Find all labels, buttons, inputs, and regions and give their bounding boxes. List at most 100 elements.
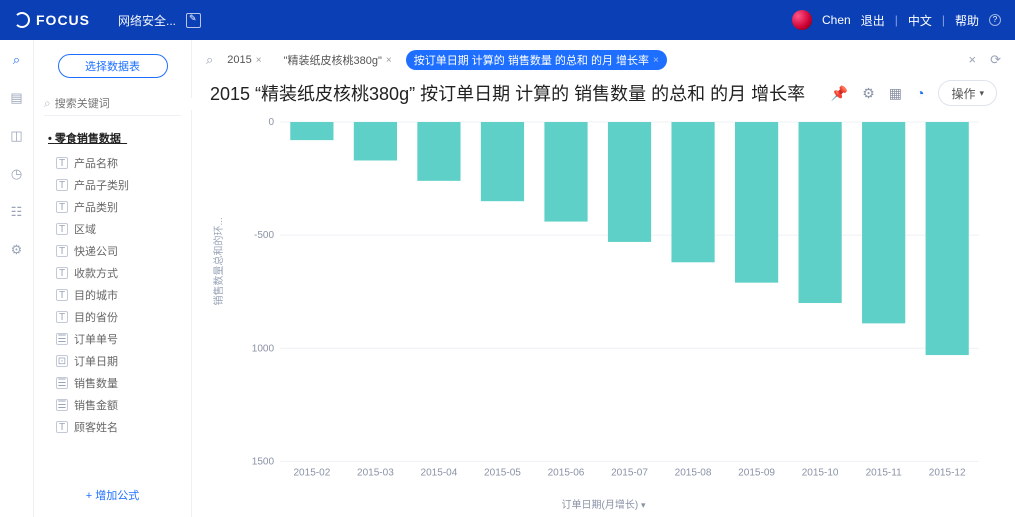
svg-text:2015-05: 2015-05 [484,467,521,478]
column-item[interactable]: ☰订单单号 [34,328,191,350]
clear-query-icon[interactable]: × [969,52,977,68]
gear-icon[interactable]: ⚙ [862,85,875,102]
y-axis-label: 销售数量总和的环... [210,217,225,305]
main: ⌕ 2015× "精装纸皮核桃380g"× 按订单日期 计算的 销售数量 的总和… [192,40,1015,517]
column-label: 顾客姓名 [74,419,118,435]
column-item[interactable]: T 区域 [34,218,191,240]
pin-icon[interactable]: 📌 [831,85,848,102]
chevron-down-icon: ▾ [979,88,984,99]
choose-table-button[interactable]: 选择数据表 [58,54,168,78]
close-icon[interactable]: × [653,55,659,66]
column-label: 产品名称 [74,155,118,171]
column-item[interactable]: T 快递公司 [34,240,191,262]
bar[interactable] [799,122,842,303]
column-item[interactable]: ⊡订单日期 [34,350,191,372]
bar[interactable] [608,122,651,242]
column-item[interactable]: T 产品名称 [34,152,191,174]
column-item[interactable]: T目的城市 [34,284,191,306]
column-type-icon: T [56,179,68,191]
table-icon[interactable]: ▦ [889,85,902,102]
operations-button[interactable]: 操作▾ [938,80,997,106]
column-type-icon: T [56,245,68,257]
column-item[interactable]: T 顾客姓名 [34,416,191,438]
column-item[interactable]: T目的省份 [34,306,191,328]
column-type-icon: ☰ [56,377,68,389]
bar[interactable] [862,122,905,323]
query-pill-year[interactable]: 2015× [219,50,269,70]
logout-link[interactable]: 退出 [861,12,885,29]
close-icon[interactable]: × [256,55,262,66]
query-pill-product[interactable]: "精装纸皮核桃380g"× [276,50,400,70]
query-search-icon[interactable]: ⌕ [206,52,213,68]
topbar: FOCUS 网络安全... Chen 退出| 中文| 帮助 ? [0,0,1015,40]
svg-text:-1000: -1000 [252,343,275,354]
svg-text:2015-08: 2015-08 [675,467,712,478]
svg-text:2015-10: 2015-10 [802,467,839,478]
dashboard-icon[interactable]: ◫ [9,128,25,144]
column-type-icon: T [56,421,68,433]
column-item[interactable]: T收款方式 [34,262,191,284]
chart-svg: 0-500-1000-15002015-022015-032015-042015… [252,118,985,479]
column-type-icon: ⊡ [56,355,68,367]
column-label: 目的省份 [74,309,118,325]
search-icon: ⌕ [44,96,51,111]
column-item[interactable]: ☰ 销售数量 [34,372,191,394]
chart-toolbar: 📌 ⚙ ▦ ◔ 操作▾ [831,80,997,106]
column-item[interactable]: T 产品子类别 [34,174,191,196]
bar[interactable] [735,122,778,283]
close-icon[interactable]: × [386,55,392,66]
column-type-icon: T [56,289,68,301]
lang-link[interactable]: 中文 [908,12,932,29]
username[interactable]: Chen [822,13,851,27]
data-icon[interactable]: ☷ [9,204,25,220]
column-type-icon: T [56,223,68,235]
logo: FOCUS [14,12,90,28]
svg-text:2015-11: 2015-11 [866,467,902,478]
help-link[interactable]: 帮助 [955,12,979,29]
column-label: 快递公司 [74,243,118,259]
bar[interactable] [290,122,333,140]
svg-text:2015-04: 2015-04 [421,467,458,478]
settings-icon[interactable]: ⚙ [9,242,25,258]
column-label: 收款方式 [74,265,118,281]
bar[interactable] [354,122,397,160]
help-badge-icon[interactable]: ? [989,14,1001,26]
left-iconrail: ⌕ ▤ ◫ ◷ ☷ ⚙ [0,40,34,517]
column-item[interactable]: T产品类别 [34,196,191,218]
column-type-icon: T [56,157,68,169]
doc-icon[interactable]: ▤ [9,90,25,106]
refresh-icon[interactable]: ⟳ [990,52,1001,68]
svg-text:2015-09: 2015-09 [738,467,775,478]
column-label: 产品子类别 [74,177,129,193]
svg-text:-500: -500 [254,230,274,241]
bar[interactable] [417,122,460,181]
workspace-tab[interactable]: 网络安全... [118,12,176,29]
bar[interactable] [926,122,969,355]
bar[interactable] [671,122,714,262]
top-right: Chen 退出| 中文| 帮助 ? [792,10,1001,30]
svg-text:2015-03: 2015-03 [357,467,394,478]
column-label: 区域 [74,221,96,237]
column-search-input[interactable] [55,98,197,110]
chart-type-icon[interactable]: ◔ [916,85,924,101]
search-icon[interactable]: ⌕ [9,52,25,68]
clock-icon[interactable]: ◷ [9,166,25,182]
svg-text:2015-07: 2015-07 [611,467,648,478]
query-pill-measure[interactable]: 按订单日期 计算的 销售数量 的总和 的月 增长率× [406,50,667,70]
svg-text:2015-02: 2015-02 [293,467,330,478]
chevron-down-icon: ▾ [641,500,646,510]
column-type-icon: ☰ [56,399,68,411]
column-label: 销售数量 [74,375,118,391]
column-search: ⌕ [44,92,181,116]
table-section-header[interactable]: • 零食销售数据_ [34,124,191,150]
column-item[interactable]: ☰销售金额 [34,394,191,416]
column-list: T产品名称T产品子类别T产品类别T区域T快递公司T收款方式T目的城市T目的省份☰… [34,150,191,440]
title-bar: 2015 “精装纸皮核桃380g” 按订单日期 计算的 销售数量 的总和 的月 … [192,76,1015,114]
bar[interactable] [481,122,524,201]
column-label: 产品类别 [74,199,118,215]
avatar[interactable] [792,10,812,30]
add-formula-button[interactable]: + 增加公式 [86,490,139,502]
sidebar: 选择数据表 ⌕ • 零食销售数据_ T产品名称T产品子类别T产品类别T区域T快递… [34,40,192,517]
edit-tab-icon[interactable] [186,13,201,28]
bar[interactable] [544,122,587,222]
